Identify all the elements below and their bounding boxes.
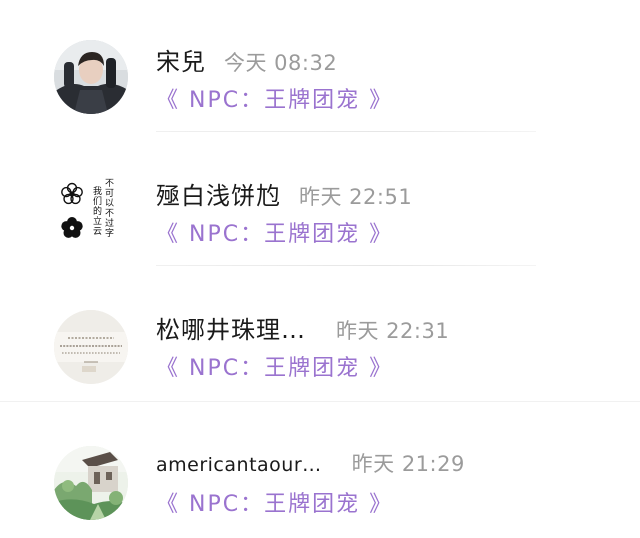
list-item[interactable]: 宋兒 今天 08:32 《 NPC：王牌团宠 》 — [0, 20, 640, 132]
conversation-list: 宋兒 今天 08:32 《 NPC：王牌团宠 》 不可以不过字 我们的立云 殛白… — [0, 0, 640, 520]
contact-name: 殛白浅饼尥 — [156, 182, 281, 210]
subtitle: 《 NPC：王牌团宠 》 — [156, 492, 394, 517]
divider — [0, 401, 640, 402]
avatar-text: 我们的立云 — [91, 186, 102, 236]
avatar[interactable] — [54, 310, 128, 384]
flower-text-avatar-icon: 不可以不过字 我们的立云 — [61, 178, 114, 238]
contact-name: 松哪井珠理… — [156, 316, 306, 344]
list-item[interactable]: 不可以不过字 我们的立云 殛白浅饼尥 昨天 22:51 《 NPC：王牌团宠 》 — [0, 156, 640, 268]
landscape-house-avatar-icon — [54, 446, 128, 520]
timestamp: 昨天 21:29 — [351, 452, 465, 476]
timestamp: 昨天 22:51 — [299, 185, 413, 209]
avatar[interactable] — [54, 40, 128, 114]
subtitle: 《 NPC：王牌团宠 》 — [156, 356, 394, 381]
timestamp: 昨天 22:31 — [336, 319, 450, 343]
contact-name: americantaour… — [156, 454, 322, 476]
contact-name: 宋兒 — [156, 48, 206, 76]
avatar[interactable]: 不可以不过字 我们的立云 — [54, 172, 128, 246]
divider — [156, 265, 536, 266]
avatar[interactable] — [54, 446, 128, 520]
divider — [156, 131, 536, 132]
list-item[interactable]: americantaour… 昨天 21:29 《 NPC：王牌团宠 》 — [0, 426, 640, 538]
subtitle: 《 NPC：王牌团宠 》 — [156, 222, 394, 247]
list-item[interactable]: 松哪井珠理… 昨天 22:31 《 NPC：王牌团宠 》 — [0, 290, 640, 402]
timestamp: 今天 08:32 — [224, 51, 338, 75]
subtitle: 《 NPC：王牌团宠 》 — [156, 88, 394, 113]
text-card-avatar-icon — [54, 310, 128, 384]
portrait-avatar-icon — [54, 40, 128, 114]
avatar-text: 不可以不过字 — [103, 178, 114, 238]
